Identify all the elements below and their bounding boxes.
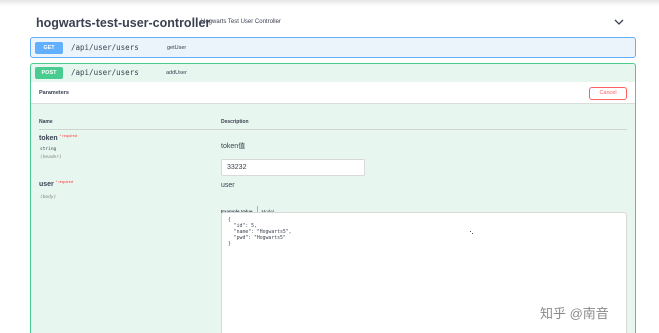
required-marker: * required: [59, 133, 78, 138]
required-marker: * required: [55, 179, 74, 184]
body-example-json: { "id": 5, "name": "Hogwarts5", "pwd": "…: [228, 218, 292, 247]
param-token-type: string: [40, 147, 57, 152]
controller-description: Hogwarts Test User Controller: [201, 19, 281, 25]
post-path: /api/user/users: [71, 68, 139, 77]
param-user-description: user: [221, 182, 235, 189]
controller-section-header[interactable]: hogwarts-test-user-controller Hogwarts T…: [30, 10, 635, 36]
stray-dot: [470, 231, 471, 232]
tab-separator: [256, 205, 258, 212]
param-user-location: (body): [40, 195, 57, 200]
column-divider: [39, 129, 627, 130]
stray-dot: [472, 233, 473, 234]
param-user-name: user * required: [39, 179, 74, 188]
post-method-badge: POST: [35, 67, 63, 79]
column-header-description: Description: [221, 119, 249, 125]
token-input[interactable]: [221, 159, 365, 176]
column-header-name: Name: [39, 119, 53, 125]
post-users-operation-header[interactable]: POST /api/user/users addUser: [30, 63, 636, 82]
get-summary: getUser: [167, 45, 187, 51]
get-method-badge: GET: [35, 42, 63, 54]
watermark: 知乎 @南音: [540, 306, 609, 321]
param-token-location: (header): [40, 155, 62, 160]
parameters-header: Parameters Cancel: [31, 82, 635, 104]
get-path: /api/user/users: [71, 43, 139, 52]
param-token-description: token值: [221, 143, 246, 150]
top-shadow: [0, 0, 659, 6]
parameters-title: Parameters: [39, 90, 69, 96]
post-operation-body: Parameters Cancel Name Description token…: [30, 82, 636, 333]
post-summary: addUser: [166, 70, 187, 76]
chevron-down-icon[interactable]: [613, 16, 625, 28]
cancel-button[interactable]: Cancel: [589, 87, 627, 100]
get-users-operation[interactable]: GET /api/user/users getUser: [30, 37, 636, 58]
param-token-name: token * required: [39, 133, 78, 142]
controller-title: hogwarts-test-user-controller: [36, 16, 211, 30]
